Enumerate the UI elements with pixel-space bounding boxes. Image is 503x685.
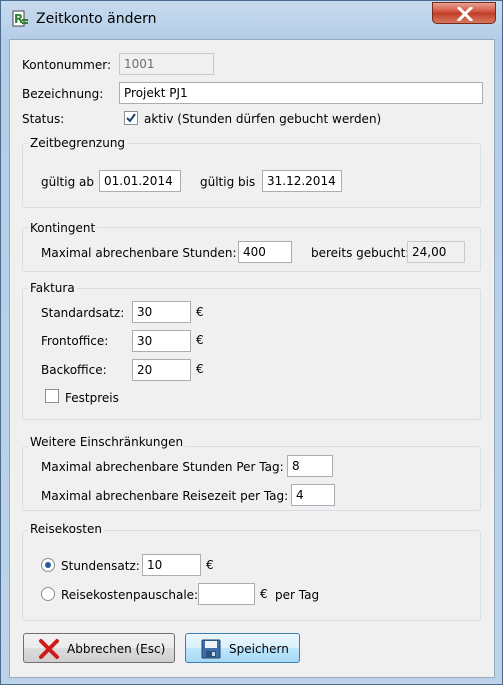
standardsatz-input[interactable]: 30 (132, 301, 191, 323)
kontonummer-label: Kontonummer: (22, 58, 112, 72)
checkmark-icon (126, 113, 136, 123)
cancel-button[interactable]: Abbrechen (Esc) (23, 633, 175, 663)
close-button[interactable] (432, 2, 496, 24)
festpreis-checkbox[interactable] (45, 389, 59, 403)
cancel-button-label: Abbrechen (Esc) (67, 642, 166, 656)
reisekosten-title: Reisekosten (28, 522, 104, 536)
svg-text:R: R (14, 12, 23, 26)
app-logo-icon: R (12, 10, 30, 28)
frontoffice-label: Frontoffice: (41, 334, 109, 348)
save-button-label: Speichern (229, 642, 289, 656)
gueltig-bis-label: gültig bis (200, 175, 256, 189)
title-bar[interactable]: R Zeitkonto ändern (1, 1, 502, 35)
radio-selected-dot (45, 562, 51, 568)
gueltig-ab-label: gültig ab (41, 175, 94, 189)
backoffice-label: Backoffice: (41, 363, 107, 377)
kontonummer-field: 1001 (119, 53, 214, 75)
reisezeit-per-tag-label: Maximal abrechenbare Reisezeit per Tag: (41, 489, 289, 503)
pauschale-currency: € (260, 587, 268, 601)
einschraenkungen-title: Weitere Einschränkungen (28, 435, 186, 449)
stunden-per-tag-input[interactable]: 8 (287, 455, 333, 477)
stundensatz-label: Stundensatz: (61, 559, 140, 573)
dialog-content: Kontonummer: 1001 Bezeichnung: Projekt P… (9, 39, 495, 678)
status-checkbox[interactable] (124, 111, 138, 125)
bezeichnung-label: Bezeichnung: (22, 87, 104, 101)
window-title: Zeitkonto ändern (36, 11, 157, 27)
festpreis-label: Festpreis (65, 391, 119, 405)
close-icon (457, 7, 473, 21)
zeitbegrenzung-title: Zeitbegrenzung (28, 136, 128, 150)
backoffice-currency: € (196, 362, 204, 376)
per-tag-label: per Tag (275, 588, 320, 602)
gueltig-ab-input[interactable]: 01.01.2014 (99, 170, 181, 192)
save-button[interactable]: Speichern (185, 633, 300, 663)
bereits-gebucht-label: bereits gebucht: (311, 246, 410, 260)
status-label: Status: (22, 112, 65, 126)
stundensatz-currency: € (206, 558, 214, 572)
bezeichnung-input[interactable]: Projekt PJ1 (119, 82, 483, 104)
dialog-window: R Zeitkonto ändern Kontonummer: 1001 Bez… (0, 0, 503, 685)
reisekostenpauschale-input[interactable] (198, 583, 255, 605)
floppy-disk-icon (200, 638, 222, 663)
stundensatz-radio[interactable] (41, 558, 55, 572)
kontingent-title: Kontingent (28, 221, 98, 235)
stunden-per-tag-label: Maximal abrechenbare Stunden Per Tag: (41, 460, 284, 474)
faktura-title: Faktura (28, 281, 77, 295)
status-text: aktiv (Stunden dürfen gebucht werden) (144, 112, 382, 126)
stundensatz-input[interactable]: 10 (142, 554, 201, 576)
max-stunden-label: Maximal abrechenbare Stunden: (41, 246, 237, 260)
frontoffice-currency: € (196, 333, 204, 347)
reisekostenpauschale-label: Reisekostenpauschale: (61, 588, 199, 602)
standardsatz-label: Standardsatz: (41, 306, 125, 320)
backoffice-input[interactable]: 20 (132, 359, 191, 381)
frontoffice-input[interactable]: 30 (132, 330, 191, 352)
standardsatz-currency: € (196, 305, 204, 319)
max-stunden-input[interactable]: 400 (238, 241, 292, 263)
red-x-icon (38, 638, 60, 663)
gueltig-bis-input[interactable]: 31.12.2014 (262, 170, 342, 192)
bereits-gebucht-field: 24,00 (407, 241, 465, 263)
reisekosten-group (22, 530, 481, 621)
reisekostenpauschale-radio[interactable] (41, 587, 55, 601)
reisezeit-per-tag-input[interactable]: 4 (291, 484, 335, 506)
